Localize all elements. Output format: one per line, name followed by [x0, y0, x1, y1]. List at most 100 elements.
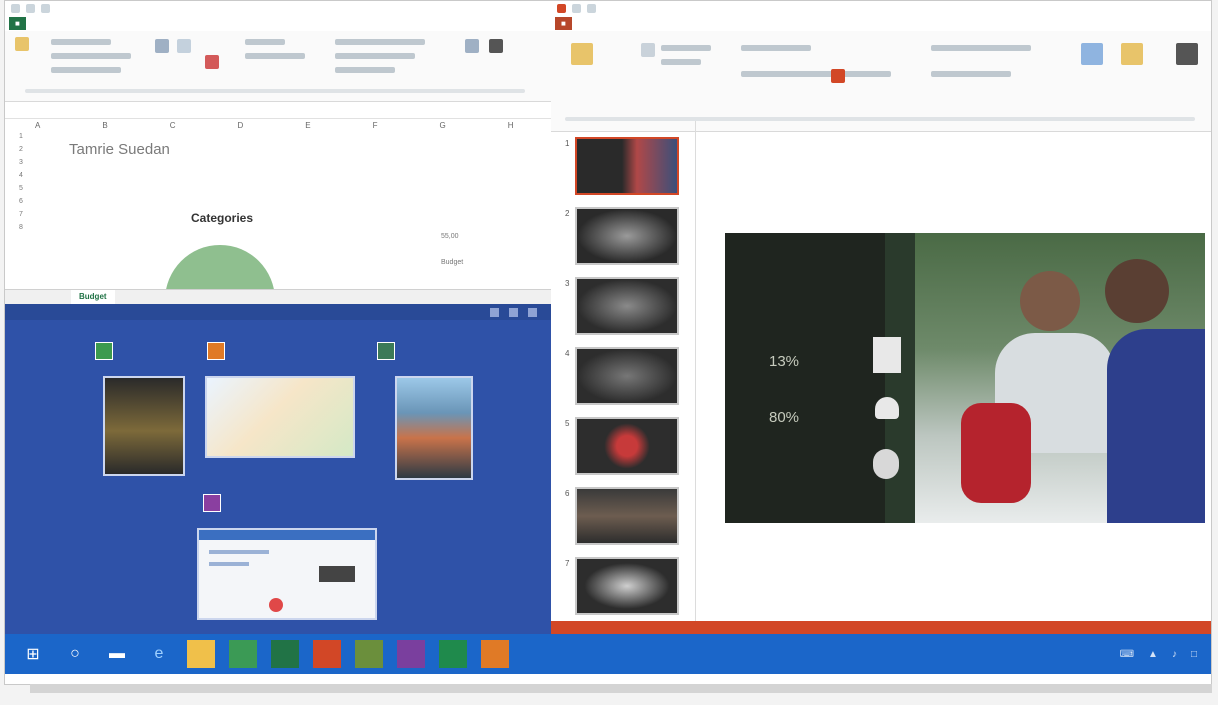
onenote-icon[interactable] — [397, 640, 425, 668]
house-icon — [873, 337, 901, 373]
save-icon[interactable] — [557, 3, 566, 13]
app-icon — [207, 342, 225, 360]
notifications-icon[interactable]: □ — [1191, 649, 1197, 660]
sheet-title: Tamrie Suedan — [69, 141, 170, 158]
volume-icon[interactable]: ♪ — [1172, 649, 1177, 660]
app-group-4[interactable] — [203, 494, 221, 512]
task-view-icon[interactable]: ▬ — [103, 640, 131, 668]
new-slide-icon[interactable] — [641, 43, 655, 57]
redo-icon[interactable] — [41, 3, 50, 13]
slide-canvas[interactable]: 13% 80% — [725, 233, 1205, 523]
undo-icon[interactable] — [572, 3, 581, 13]
stat-value: 80% — [769, 409, 800, 426]
column-header: D — [237, 121, 244, 130]
taskbar: ⊞ ○ ▬ e ⌨ ▲ ♪ □ — [5, 634, 1211, 674]
slide-thumbnail-3[interactable] — [575, 277, 679, 335]
app-icon — [377, 342, 395, 360]
row-number: 4 — [19, 172, 23, 179]
column-header: G — [439, 121, 446, 130]
tile-icon[interactable] — [509, 307, 518, 317]
fill-color-icon[interactable] — [205, 55, 219, 69]
excel-ribbon-tabs: ■ — [5, 15, 551, 31]
keyboard-icon[interactable]: ⌨ — [1120, 649, 1134, 660]
arrange-icon[interactable] — [1121, 43, 1143, 65]
shapes-icon[interactable] — [1081, 43, 1103, 65]
powerpoint-title-bar — [551, 1, 1211, 15]
column-header: E — [305, 121, 311, 130]
app-icon — [203, 494, 221, 512]
file-explorer-icon[interactable] — [187, 640, 215, 668]
insert-cells-icon[interactable] — [465, 39, 479, 53]
system-tray: ⌨ ▲ ♪ □ — [1120, 649, 1211, 660]
slide-thumbnail-1[interactable] — [575, 137, 679, 195]
start-top-bar — [5, 304, 551, 320]
app-group-3[interactable] — [377, 342, 395, 360]
align-icon[interactable] — [177, 39, 191, 53]
excel-icon[interactable] — [271, 640, 299, 668]
app-thumbnail[interactable] — [103, 376, 185, 476]
excel-window: ■ A B C D E F G H 1 2 3 4 5 6 7 8 Tamrie… — [5, 1, 552, 304]
powerpoint-window: ■ 1 2 3 4 5 6 7 13% 80% — [551, 1, 1211, 634]
powerpoint-icon[interactable] — [313, 640, 341, 668]
paste-icon[interactable] — [571, 43, 593, 65]
row-number: 7 — [19, 211, 23, 218]
app-thumbnail[interactable] — [197, 528, 377, 620]
app-thumbnail[interactable] — [395, 376, 473, 480]
slide-number: 6 — [565, 489, 570, 498]
award-icon — [873, 449, 899, 479]
app-thumbnail[interactable] — [205, 376, 355, 458]
excel-file-tab[interactable]: ■ — [9, 16, 26, 30]
network-icon[interactable]: ▲ — [1148, 649, 1158, 660]
chart-label: Budget — [441, 259, 464, 266]
powerpoint-ribbon-tabs: ■ — [551, 15, 1211, 31]
tile-icon[interactable] — [528, 307, 537, 317]
photos-icon[interactable] — [355, 640, 383, 668]
stat-value: 13% — [769, 353, 800, 370]
search-icon[interactable]: ○ — [61, 640, 89, 668]
save-icon[interactable] — [11, 3, 20, 13]
slide-thumbnail-5[interactable] — [575, 417, 679, 475]
app-icon — [95, 342, 113, 360]
powerpoint-file-tab[interactable]: ■ — [555, 16, 572, 30]
slide-thumbnail-7[interactable] — [575, 557, 679, 615]
column-header: B — [102, 121, 108, 130]
page-shadow — [30, 684, 1212, 693]
row-number: 3 — [19, 159, 23, 166]
formula-bar[interactable] — [5, 102, 551, 119]
windows-logo-icon[interactable]: ⊞ — [19, 640, 47, 668]
slide-number: 3 — [565, 279, 570, 288]
store-icon[interactable] — [229, 640, 257, 668]
row-headers: 1 2 3 4 5 6 7 8 — [19, 133, 29, 237]
sheet-tab-budget[interactable]: Budget — [71, 290, 115, 304]
chart-label: 55,00 — [441, 233, 459, 240]
powerpoint-ribbon — [551, 31, 1211, 132]
tile-icon[interactable] — [490, 307, 499, 317]
slide-thumbnail-4[interactable] — [575, 347, 679, 405]
row-number: 8 — [19, 224, 23, 231]
row-number: 2 — [19, 146, 23, 153]
slide-thumbnail-6[interactable] — [575, 487, 679, 545]
sort-filter-icon[interactable] — [489, 39, 503, 53]
excel-icon-2[interactable] — [439, 640, 467, 668]
slide-thumbnail-2[interactable] — [575, 207, 679, 265]
app-group-1[interactable] — [95, 342, 113, 360]
row-number: 1 — [19, 133, 23, 140]
row-number: 6 — [19, 198, 23, 205]
powerpoint-icon-2[interactable] — [481, 640, 509, 668]
internet-explorer-icon[interactable]: e — [145, 640, 173, 668]
stats-overlay — [725, 233, 885, 523]
paste-icon[interactable] — [15, 37, 29, 51]
column-header: A — [35, 121, 41, 130]
font-icon[interactable] — [155, 39, 169, 53]
undo-icon[interactable] — [26, 3, 35, 13]
powerpoint-status-bar — [551, 621, 1211, 634]
font-color-icon[interactable] — [831, 69, 845, 83]
slide-thumbnails-panel: 1 2 3 4 5 6 7 — [551, 121, 696, 621]
slide-number: 1 — [565, 139, 570, 148]
redo-icon[interactable] — [587, 3, 596, 13]
worksheet-grid[interactable]: 1 2 3 4 5 6 7 8 Tamrie Suedan Categories… — [5, 133, 551, 304]
editing-icon[interactable] — [1176, 43, 1198, 65]
column-header: H — [507, 121, 514, 130]
column-header: C — [169, 121, 176, 130]
app-group-2[interactable] — [207, 342, 225, 360]
